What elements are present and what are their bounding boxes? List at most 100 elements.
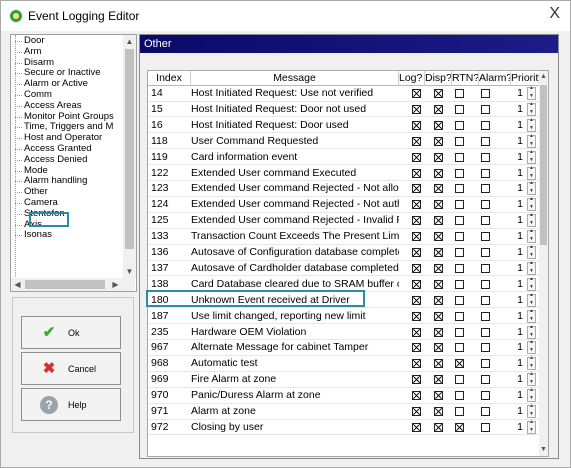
alarm-checkbox[interactable] xyxy=(481,263,490,273)
log-checkbox[interactable] xyxy=(412,89,421,98)
disp-checkbox[interactable] xyxy=(434,200,443,210)
scroll-thumb[interactable] xyxy=(25,280,105,289)
disp-checkbox[interactable] xyxy=(434,232,443,242)
rtn-checkbox[interactable] xyxy=(455,311,464,321)
scroll-down-icon[interactable]: ▼ xyxy=(123,265,136,278)
log-checkbox[interactable] xyxy=(412,136,421,146)
event-category-tree[interactable]: Door Arm Disarm Secure or Inactive Alarm or … xyxy=(10,34,137,292)
priority-value[interactable]: 1 xyxy=(515,372,523,387)
disp-checkbox[interactable] xyxy=(434,279,443,289)
log-checkbox[interactable] xyxy=(412,120,421,130)
disp-checkbox[interactable] xyxy=(434,343,443,353)
priority-spinner-icon[interactable] xyxy=(527,260,536,275)
column-header-index[interactable]: Index xyxy=(148,71,191,86)
tree-horizontal-scrollbar[interactable]: ◀ ▶ xyxy=(11,278,135,291)
tree-item-camera[interactable]: Camera xyxy=(11,198,123,209)
scroll-left-icon[interactable]: ◀ xyxy=(11,278,24,291)
disp-checkbox[interactable] xyxy=(434,327,443,337)
scroll-thumb[interactable] xyxy=(125,49,134,249)
alarm-checkbox[interactable] xyxy=(481,232,490,242)
tree-item-disarm[interactable]: Disarm xyxy=(11,58,123,69)
rtn-checkbox[interactable] xyxy=(455,279,464,289)
table-row[interactable]: 123 Extended User command Rejected - Not … xyxy=(148,180,540,197)
rtn-checkbox[interactable] xyxy=(455,136,464,146)
table-row[interactable]: 14 Host Initiated Request: Use not verifi… xyxy=(148,85,540,102)
tree-item-access-granted[interactable]: Access Granted xyxy=(11,144,123,155)
log-checkbox[interactable] xyxy=(412,216,421,226)
rtn-checkbox[interactable] xyxy=(455,168,464,178)
scroll-down-icon[interactable]: ▼ xyxy=(539,444,548,456)
alarm-checkbox[interactable] xyxy=(481,327,490,337)
priority-spinner-icon[interactable] xyxy=(527,101,536,116)
table-row[interactable]: 16 Host Initiated Request: Door used 1 xyxy=(148,117,540,134)
rtn-checkbox[interactable] xyxy=(455,327,464,337)
column-header-message[interactable]: Message xyxy=(191,71,399,86)
alarm-checkbox[interactable] xyxy=(481,104,490,114)
disp-checkbox[interactable] xyxy=(434,248,443,257)
tree-item-access-areas[interactable]: Access Areas xyxy=(11,101,123,112)
table-row[interactable]: 118 User Command Requested 1 xyxy=(148,133,540,150)
priority-value[interactable]: 1 xyxy=(515,277,523,292)
alarm-checkbox[interactable] xyxy=(481,422,490,432)
disp-checkbox[interactable] xyxy=(434,216,443,226)
tree-item-other[interactable]: Other xyxy=(11,187,123,198)
alarm-checkbox[interactable] xyxy=(481,295,490,305)
column-header-alarm[interactable]: Alarm? xyxy=(479,71,511,86)
priority-spinner-icon[interactable] xyxy=(527,196,536,212)
alarm-checkbox[interactable] xyxy=(481,279,490,289)
tree-item-time-triggers-and-m[interactable]: Time, Triggers and M xyxy=(11,122,123,133)
tree-item-host-and-operator[interactable]: Host and Operator xyxy=(11,133,123,144)
priority-spinner-icon[interactable] xyxy=(527,355,536,371)
table-row[interactable]: 970 Panic/Duress Alarm at zone 1 xyxy=(148,387,540,404)
log-checkbox[interactable] xyxy=(412,263,421,273)
tree-item-door[interactable]: Door xyxy=(11,36,123,47)
log-checkbox[interactable] xyxy=(412,104,421,114)
close-icon[interactable]: X xyxy=(549,5,560,23)
disp-checkbox[interactable] xyxy=(434,422,443,432)
log-checkbox[interactable] xyxy=(412,295,421,305)
tree-item-alarm-handling[interactable]: Alarm handling xyxy=(11,176,123,187)
tree-item-isonas[interactable]: Isonas xyxy=(11,230,123,241)
log-checkbox[interactable] xyxy=(412,343,421,353)
column-header-disp[interactable]: Disp? xyxy=(425,71,452,86)
alarm-checkbox[interactable] xyxy=(481,168,490,178)
priority-spinner-icon[interactable] xyxy=(527,324,536,339)
log-checkbox[interactable] xyxy=(412,184,421,194)
priority-value[interactable]: 1 xyxy=(515,356,523,371)
priority-spinner-icon[interactable] xyxy=(527,117,536,132)
priority-spinner-icon[interactable] xyxy=(527,292,536,307)
disp-checkbox[interactable] xyxy=(434,359,443,369)
disp-checkbox[interactable] xyxy=(434,295,443,305)
alarm-checkbox[interactable] xyxy=(481,89,490,98)
table-row[interactable]: 125 Extended User command Rejected - Inva… xyxy=(148,212,540,229)
priority-spinner-icon[interactable] xyxy=(527,339,536,355)
log-checkbox[interactable] xyxy=(412,359,421,369)
disp-checkbox[interactable] xyxy=(434,184,443,194)
table-row[interactable]: 137 Autosave of Cardholder database compl… xyxy=(148,260,540,277)
priority-spinner-icon[interactable] xyxy=(527,308,536,323)
priority-spinner-icon[interactable] xyxy=(527,180,536,196)
log-checkbox[interactable] xyxy=(412,391,421,401)
disp-checkbox[interactable] xyxy=(434,104,443,114)
rtn-checkbox[interactable] xyxy=(455,422,464,432)
priority-value[interactable]: 1 xyxy=(515,102,523,117)
scroll-right-icon[interactable]: ▶ xyxy=(109,278,122,291)
priority-value[interactable]: 1 xyxy=(515,118,523,133)
column-header-log[interactable]: Log? xyxy=(399,71,425,86)
priority-spinner-icon[interactable] xyxy=(527,165,536,180)
disp-checkbox[interactable] xyxy=(434,311,443,321)
tree-item-alarm-or-active[interactable]: Alarm or Active xyxy=(11,79,123,90)
rtn-checkbox[interactable] xyxy=(455,216,464,226)
priority-value[interactable]: 1 xyxy=(515,325,523,340)
rtn-checkbox[interactable] xyxy=(455,232,464,242)
alarm-checkbox[interactable] xyxy=(481,120,490,130)
table-row[interactable]: 968 Automatic test 1 xyxy=(148,355,540,372)
priority-spinner-icon[interactable] xyxy=(527,212,536,228)
alarm-checkbox[interactable] xyxy=(481,343,490,353)
priority-spinner-icon[interactable] xyxy=(527,276,536,291)
priority-value[interactable]: 1 xyxy=(515,181,523,196)
priority-value[interactable]: 1 xyxy=(515,388,523,403)
table-row[interactable]: 187 Use limit changed, reporting new limi… xyxy=(148,308,540,325)
rtn-checkbox[interactable] xyxy=(455,200,464,210)
rtn-checkbox[interactable] xyxy=(455,89,464,98)
